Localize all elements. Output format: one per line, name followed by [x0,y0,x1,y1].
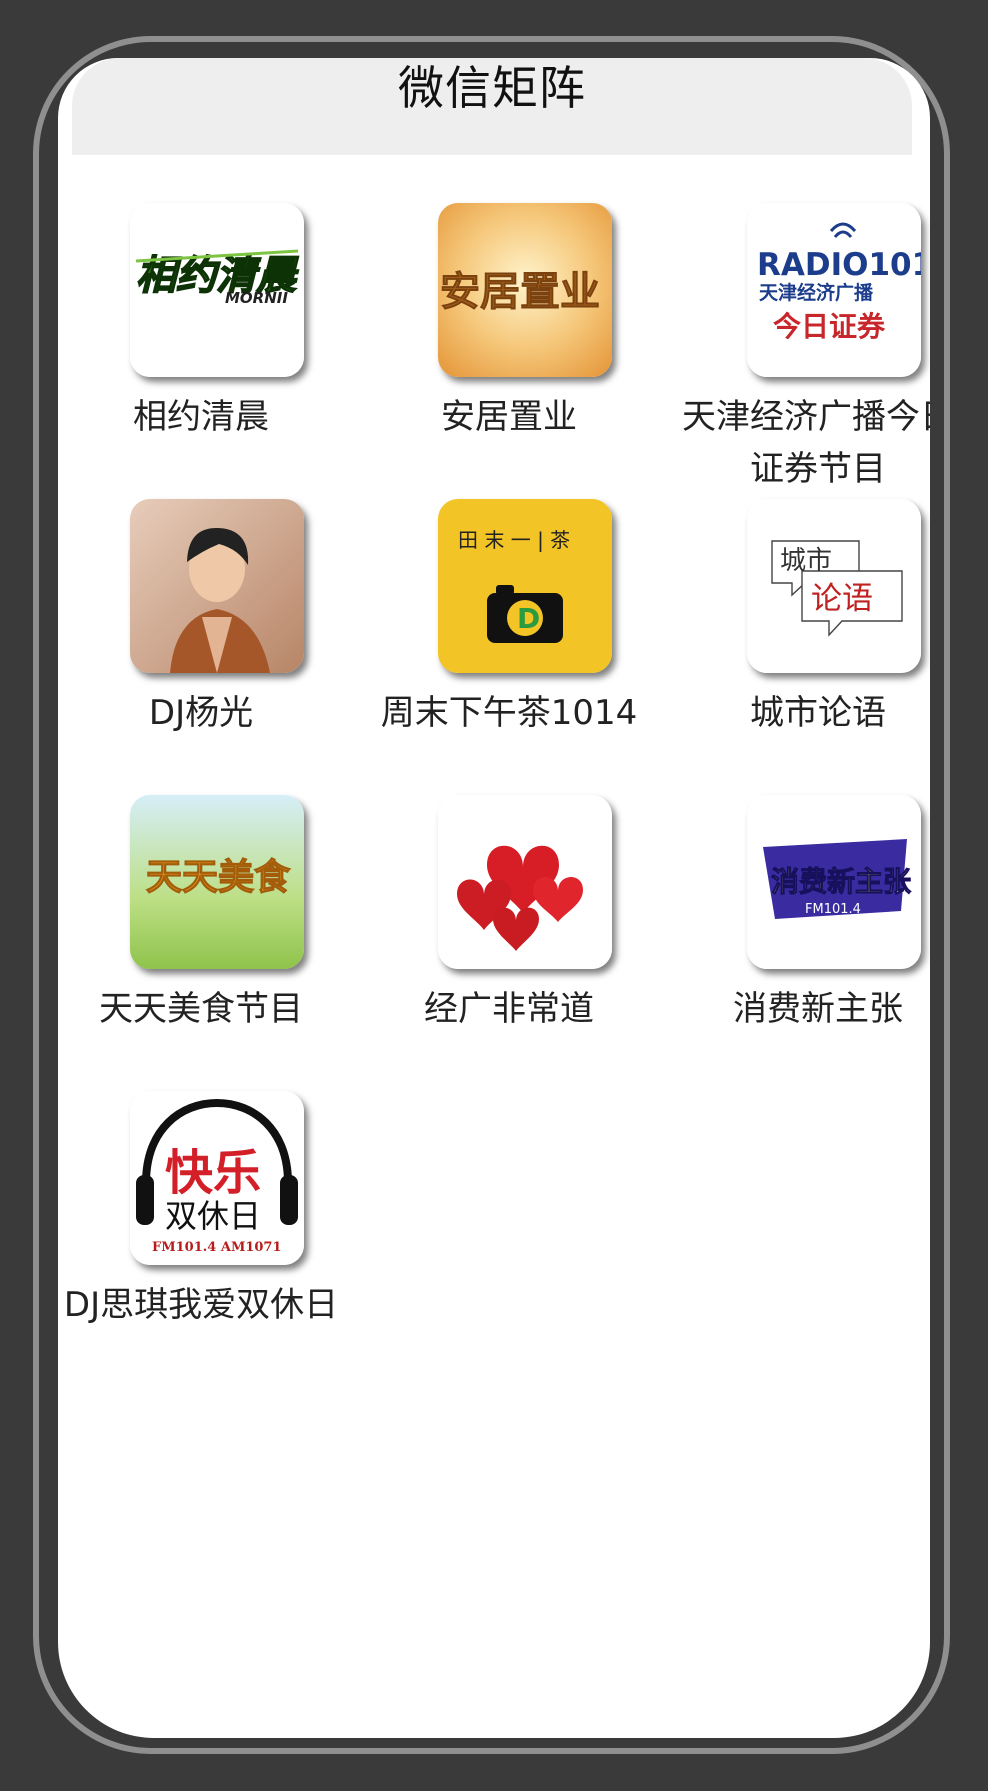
lunyu-icon-subtext: 论语 [811,581,873,617]
meishi-icon-text: 天天美食 [146,856,291,898]
app-tile-zhoumo-xiawucha[interactable]: 田 末 一 | 茶 D 周末下午茶1014 [359,499,659,789]
app-label: 消费新主张 [733,989,903,1029]
app-label: DJ思琪我爱双休日 [63,1285,339,1325]
dj-yangguang-avatar-icon[interactable] [130,499,304,673]
kuaile-icon-caption: FM101.4 AM1071 [152,1240,282,1255]
xiangyue-icon-subtext: MORNII [225,289,288,307]
app-label: 天津经济广播今日证券节目 [682,397,930,489]
radio-1014-app-icon[interactable]: RADIO101.4 天津经济广播 今日证券 [747,203,921,377]
kuaile-icon-text: 快乐 [165,1145,261,1201]
app-label: 周末下午茶1014 [380,693,638,733]
anju-zhiye-app-icon[interactable]: 安居置业 [438,203,612,377]
app-tile-xiaofei-xinzhuzhang[interactable]: 消费新主张 FM101.4 消费新主张 [668,795,930,1085]
app-grid: 相约清晨 MORNII 相约清晨 安居置业 安居置业 RADIO10 天津经济广… [58,58,930,1458]
app-tile-jingguang-feichangdao[interactable]: 经广非常道 [359,795,659,1085]
xiaofei-icon-text: 消费新主张 [771,865,911,898]
chengshi-lunyu-app-icon[interactable]: 城市 论语 [747,499,921,673]
svg-text:D: D [517,602,540,635]
app-label: DJ杨光 [148,693,254,733]
xiangyue-qingchen-app-icon[interactable]: 相约清晨 MORNII [130,203,304,377]
app-tile-anju-zhiye[interactable]: 安居置业 安居置业 [359,203,659,493]
app-tile-tiantian-meishi[interactable]: 天天美食 天天美食节目 [58,795,351,1085]
kuaile-shuangxiuri-app-icon[interactable]: 快乐 双休日 FM101.4 AM1071 [130,1091,304,1265]
app-tile-chengshi-lunyu[interactable]: 城市 论语 城市论语 [668,499,930,789]
zhoumo-xiawucha-app-icon[interactable]: 田 末 一 | 茶 D [438,499,612,673]
app-label: 城市论语 [750,693,886,733]
radio-icon-subtext: 天津经济广播 [759,281,874,304]
zhoumo-icon-text: 田 末 一 | 茶 [458,528,570,552]
anju-icon-text: 安居置业 [440,268,600,315]
app-label: 安居置业 [441,397,577,437]
app-tile-dj-yangguang[interactable]: DJ杨光 [58,499,351,789]
tiantian-meishi-app-icon[interactable]: 天天美食 [130,795,304,969]
app-tile-jinji-guangbo[interactable]: RADIO101.4 天津经济广播 今日证券 天津经济广播今日证券节目 [668,203,930,493]
radio-icon-text: RADIO101.4 [757,247,921,283]
xiaofei-xinzhuzhang-app-icon[interactable]: 消费新主张 FM101.4 [747,795,921,969]
app-tile-xiangyue-qingchen[interactable]: 相约清晨 MORNII 相约清晨 [58,203,351,493]
app-tile-dj-siqi[interactable]: 快乐 双休日 FM101.4 AM1071 DJ思琪我爱双休日 [58,1091,351,1381]
xiaofei-icon-subtext: FM101.4 [805,902,861,917]
app-label: 天天美食节目 [99,989,303,1029]
phone-screen: 微信矩阵 相约清晨 MORNII 相约清晨 安居置业 安居置业 RADIO10 … [58,58,930,1738]
app-label: 相约清晨 [133,397,269,437]
lunyu-icon-text: 城市 [780,546,832,576]
kuaile-icon-subtext: 双休日 [165,1197,261,1235]
app-label: 经广非常道 [424,989,594,1029]
radio-icon-caption: 今日证券 [773,310,886,343]
hearts-app-icon[interactable] [438,795,612,969]
